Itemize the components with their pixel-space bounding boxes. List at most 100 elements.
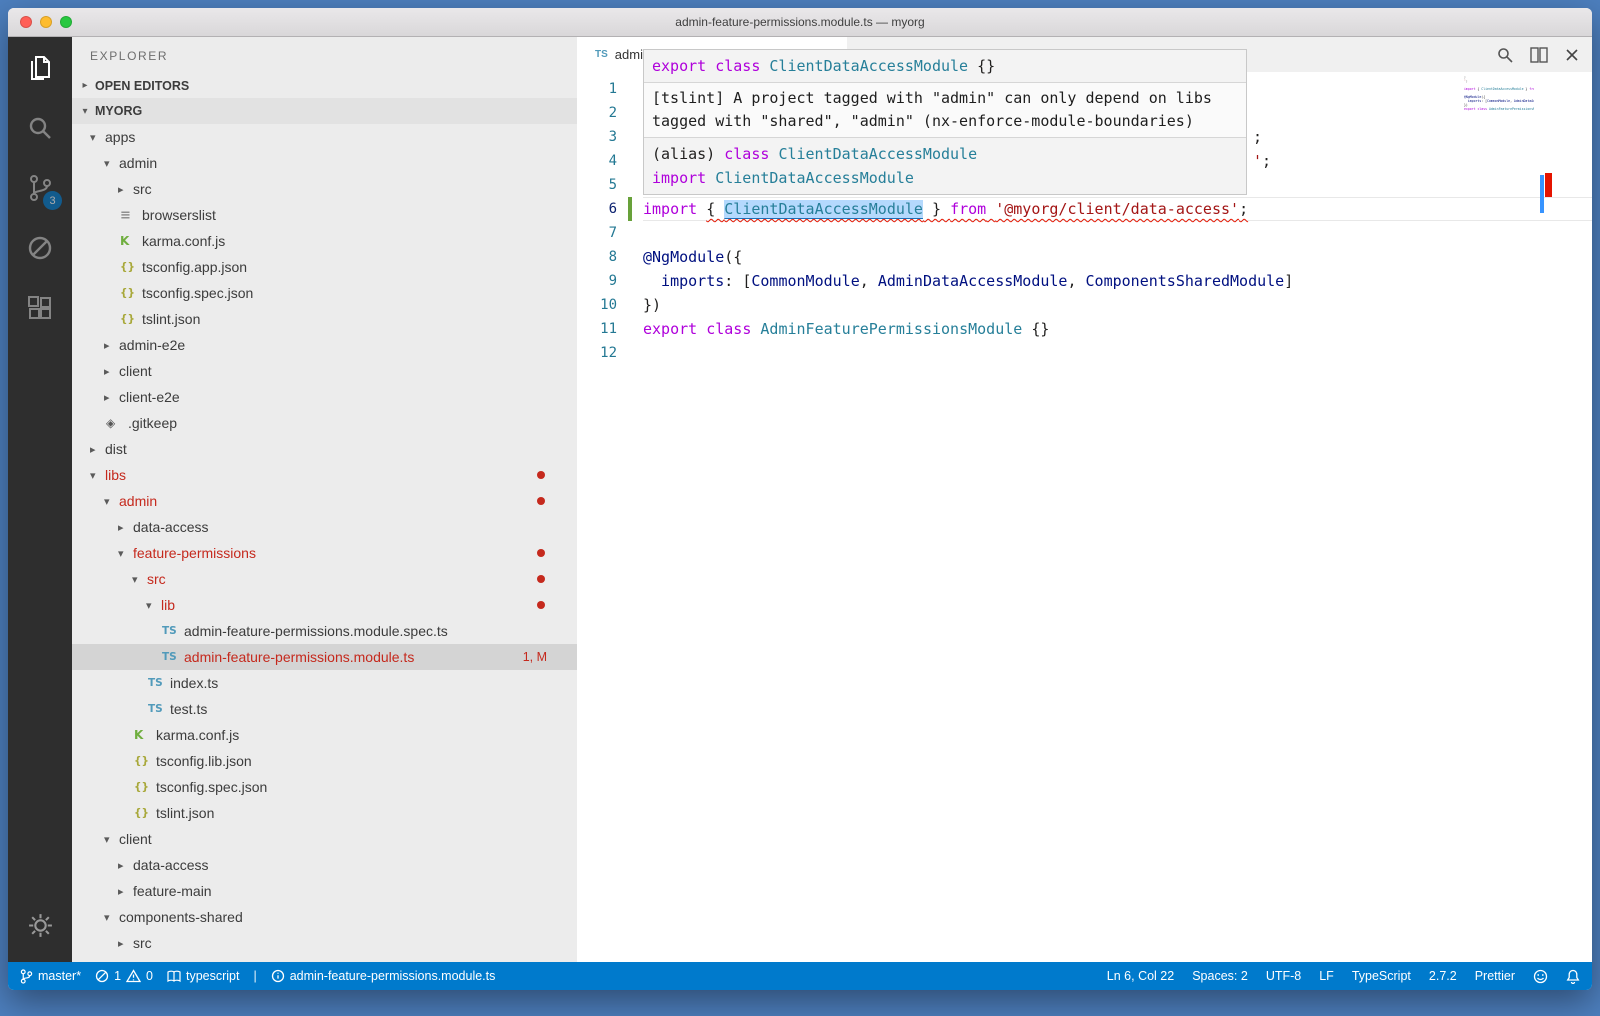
tree-file-admin-feature-permissions.module.spec.ts[interactable]: TSadmin-feature-permissions.module.spec.… [72, 618, 577, 644]
status-cursor-position[interactable]: Ln 6, Col 22 [1107, 969, 1174, 983]
tree-folder-admin[interactable]: ▾admin [72, 150, 577, 176]
tree-item-label: .gitkeep [128, 415, 177, 431]
tree-folder-src[interactable]: ▸src [72, 930, 577, 956]
code-token: export [652, 57, 715, 75]
tree-folder-feature-main[interactable]: ▸feature-main [72, 878, 577, 904]
search-icon[interactable] [23, 111, 57, 145]
tree-item-label: feature-permissions [133, 545, 256, 561]
code-line-11[interactable]: 11export class AdminFeaturePermissionsMo… [577, 317, 1592, 341]
tree-item-label: client-e2e [119, 389, 180, 405]
status-ts-version[interactable]: 2.7.2 [1429, 969, 1457, 983]
tree-item-label: lib [161, 597, 175, 613]
close-editor-icon[interactable] [1564, 47, 1580, 63]
tree-folder-client[interactable]: ▾client [72, 826, 577, 852]
typescript-status[interactable]: typescript [167, 969, 240, 983]
minimap-token: export [1464, 107, 1476, 111]
tree-file-tslint.json[interactable]: {}tslint.json [72, 306, 577, 332]
tree-folder-components-shared[interactable]: ▾components-shared [72, 904, 577, 930]
find-in-file-icon[interactable] [1496, 46, 1514, 64]
minimap[interactable]: ;';import { ClientDataAccessModule } fro… [1464, 67, 1534, 115]
tree-file-tsconfig.lib.json[interactable]: {}tsconfig.lib.json [72, 748, 577, 774]
line-number: 11 [577, 317, 617, 341]
tree-file-tsconfig.spec.json[interactable]: {}tsconfig.spec.json [72, 774, 577, 800]
titlebar[interactable]: admin-feature-permissions.module.ts — my… [8, 8, 1592, 37]
notifications-bell-icon[interactable] [1566, 969, 1580, 984]
status-formatter[interactable]: Prettier [1475, 969, 1515, 983]
tree-file-browserslist[interactable]: ≡browserslist [72, 202, 577, 228]
tree-folder-lib[interactable]: ▾lib [72, 592, 577, 618]
tree-folder-src[interactable]: ▸src [72, 176, 577, 202]
code-token: ClientDataAccessModule [778, 145, 977, 163]
code-token: }) [643, 296, 661, 314]
overview-ruler-error-mark [1545, 173, 1552, 197]
minimize-window-button[interactable] [40, 16, 52, 28]
code-token: { [706, 200, 724, 218]
status-encoding[interactable]: UTF-8 [1266, 969, 1301, 983]
code-line-7[interactable]: 7 [577, 221, 1592, 245]
split-editor-icon[interactable] [1530, 47, 1548, 63]
tree-file-tsconfig.app.json[interactable]: {}tsconfig.app.json [72, 254, 577, 280]
gutter [617, 269, 643, 293]
open-editors-section[interactable]: ▸ OPEN EDITORS [72, 73, 577, 98]
feedback-smiley-icon[interactable] [1533, 969, 1548, 984]
source-control-icon[interactable]: 3 [23, 171, 57, 205]
tree-item-label: admin-feature-permissions.module.spec.ts [184, 623, 448, 639]
code-line-9[interactable]: 9 imports: [CommonModule, AdminDataAcces… [577, 269, 1592, 293]
tree-folder-data-access[interactable]: ▸data-access [72, 852, 577, 878]
code-token: import [652, 169, 715, 187]
code-line-10[interactable]: 10}) [577, 293, 1592, 317]
problems-status[interactable]: 1 0 [95, 969, 153, 983]
status-eol[interactable]: LF [1319, 969, 1334, 983]
line-number: 7 [577, 221, 617, 245]
code-token: ComponentsSharedModule [1086, 272, 1285, 290]
code-token [697, 320, 706, 338]
root-folder-section[interactable]: ▾ MYORG [72, 98, 577, 124]
extensions-icon[interactable] [23, 291, 57, 325]
code-line-12[interactable]: 12 [577, 341, 1592, 365]
status-indentation[interactable]: Spaces: 2 [1192, 969, 1248, 983]
tree-file-tslint.json[interactable]: {}tslint.json [72, 800, 577, 826]
code-area[interactable]: 123;4';56import { ClientDataAccessModule… [577, 72, 1592, 962]
symbol-link[interactable]: ClientDataAccessModule [724, 200, 923, 218]
tree-file-admin-feature-permissions.module.ts[interactable]: TSadmin-feature-permissions.module.ts1, … [72, 644, 577, 670]
tree-folder-libs[interactable]: ▾libs [72, 462, 577, 488]
tree-folder-client[interactable]: ▸client [72, 358, 577, 384]
git-branch-status[interactable]: master* [20, 969, 81, 984]
code-token: ' [1253, 152, 1262, 170]
tree-item-label: browserslist [142, 207, 216, 223]
code-line-8[interactable]: 8@NgModule({ [577, 245, 1592, 269]
explorer-icon[interactable] [23, 51, 57, 85]
tree-folder-admin[interactable]: ▾admin [72, 488, 577, 514]
karma-file-icon: K [120, 234, 142, 248]
modified-dot-icon [537, 549, 545, 557]
tree-file-.gitkeep[interactable]: ◈.gitkeep [72, 410, 577, 436]
tree-folder-src[interactable]: ▾src [72, 566, 577, 592]
tree-folder-client-e2e[interactable]: ▸client-e2e [72, 384, 577, 410]
tree-file-karma.conf.js[interactable]: Kkarma.conf.js [72, 722, 577, 748]
zoom-window-button[interactable] [60, 16, 72, 28]
tree-folder-dist[interactable]: ▸dist [72, 436, 577, 462]
close-window-button[interactable] [20, 16, 32, 28]
code-token: } [923, 200, 950, 218]
active-file-status[interactable]: admin-feature-permissions.module.ts [271, 969, 496, 983]
tree-file-tsconfig.spec.json[interactable]: {}tsconfig.spec.json [72, 280, 577, 306]
tree-folder-admin-e2e[interactable]: ▸admin-e2e [72, 332, 577, 358]
gutter [617, 245, 643, 269]
tree-folder-feature-permissions[interactable]: ▾feature-permissions [72, 540, 577, 566]
chevron-right-icon: ▸ [118, 521, 133, 534]
tree-folder-data-access[interactable]: ▸data-access [72, 514, 577, 540]
gutter [617, 197, 643, 221]
line-number: 10 [577, 293, 617, 317]
code-content: import { ClientDataAccessModule } from '… [643, 197, 1592, 221]
tree-file-test.ts[interactable]: TStest.ts [72, 696, 577, 722]
git-branch-icon [20, 969, 33, 984]
tree-file-index.ts[interactable]: TSindex.ts [72, 670, 577, 696]
code-token: (alias) [652, 145, 724, 163]
tree-file-karma.conf.js[interactable]: Kkarma.conf.js [72, 228, 577, 254]
settings-gear-icon[interactable] [23, 908, 57, 942]
code-line-6[interactable]: 6import { ClientDataAccessModule } from … [577, 197, 1592, 221]
debug-icon[interactable] [23, 231, 57, 265]
tree-folder-apps[interactable]: ▾apps [72, 124, 577, 150]
status-language-mode[interactable]: TypeScript [1352, 969, 1411, 983]
chevron-right-icon: ▸ [90, 443, 105, 456]
